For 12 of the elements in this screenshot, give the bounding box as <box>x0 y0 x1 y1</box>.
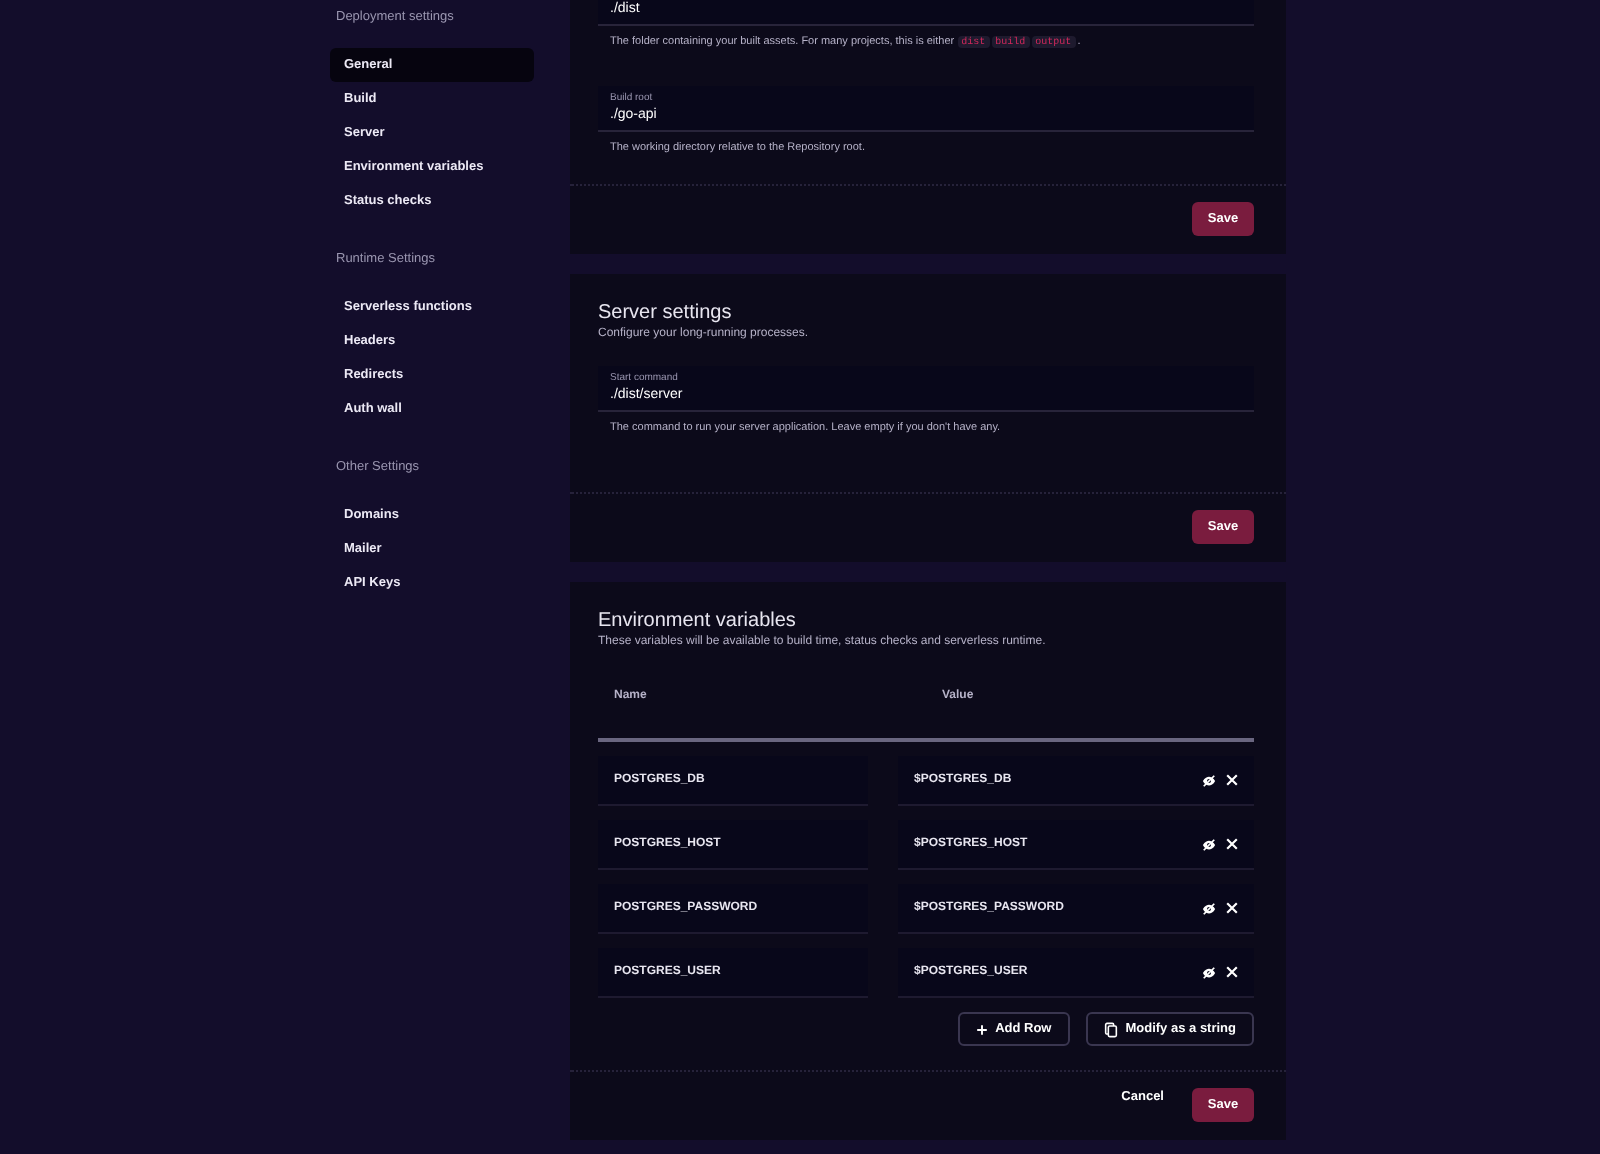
copy-icon <box>1103 1021 1118 1037</box>
hide-icon[interactable] <box>1202 901 1216 915</box>
hide-icon[interactable] <box>1202 965 1216 979</box>
close-icon[interactable] <box>1226 966 1238 978</box>
card-title: Server settings <box>598 302 734 326</box>
close-icon[interactable] <box>1226 902 1238 914</box>
hide-icon[interactable] <box>1202 773 1216 787</box>
close-icon[interactable] <box>1226 774 1238 786</box>
close-icon[interactable] <box>1226 838 1238 850</box>
plus-icon <box>975 1023 988 1035</box>
hide-icon[interactable] <box>1202 837 1216 851</box>
card-title: Environment variables <box>598 610 798 634</box>
